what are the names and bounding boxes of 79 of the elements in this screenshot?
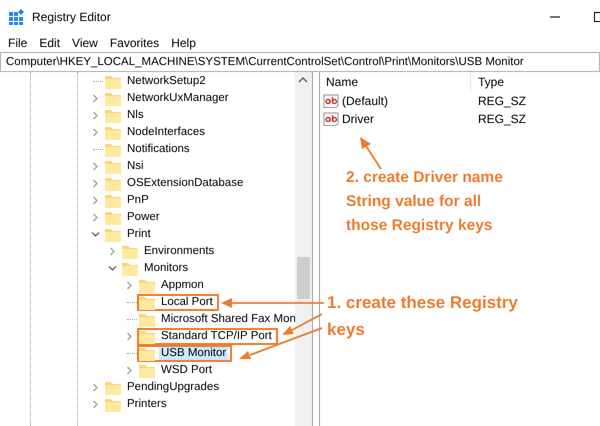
folder-icon bbox=[139, 364, 155, 378]
chevron-icon[interactable] bbox=[108, 264, 116, 273]
menu-item[interactable]: Favorites bbox=[104, 36, 166, 50]
folder-icon bbox=[105, 380, 121, 394]
value-type: REG_SZ bbox=[477, 94, 526, 108]
tree-item[interactable]: Print bbox=[125, 228, 153, 241]
chevron-icon[interactable] bbox=[90, 230, 100, 239]
chevron-icon[interactable] bbox=[90, 196, 100, 205]
tree-item[interactable]: Power bbox=[125, 211, 162, 224]
annotation-text: 1. create these Registry keys bbox=[327, 292, 518, 341]
splitter[interactable] bbox=[312, 72, 320, 426]
scroll-thumb[interactable] bbox=[297, 257, 310, 299]
folder-icon bbox=[139, 346, 155, 360]
string-value-icon bbox=[323, 94, 339, 108]
chevron-icon[interactable] bbox=[90, 179, 100, 188]
folder-icon bbox=[105, 126, 121, 140]
tree-item[interactable]: Standard TCP/IP Port bbox=[159, 330, 274, 343]
folder-icon bbox=[105, 210, 121, 224]
string-value-icon bbox=[323, 112, 339, 126]
tree-item[interactable]: NodeInterfaces bbox=[125, 126, 207, 139]
tree-item[interactable]: USB Monitor bbox=[159, 347, 228, 360]
column-header[interactable]: Name bbox=[326, 75, 358, 89]
tree-item[interactable]: Environments bbox=[142, 245, 216, 258]
chevron-icon[interactable] bbox=[108, 247, 116, 256]
scrollbar[interactable] bbox=[295, 72, 312, 426]
tree-item[interactable]: Local Port bbox=[159, 296, 215, 309]
tree-item[interactable]: Appmon bbox=[159, 279, 206, 292]
tree-item[interactable]: Printers bbox=[125, 398, 169, 411]
folder-icon bbox=[105, 108, 121, 122]
chevron-icon[interactable] bbox=[90, 128, 100, 137]
value-name[interactable]: Driver bbox=[342, 112, 374, 126]
folder-icon bbox=[122, 244, 138, 258]
folder-icon bbox=[122, 262, 138, 276]
folder-icon bbox=[139, 312, 155, 326]
chevron-icon[interactable] bbox=[124, 281, 134, 290]
tree-item[interactable]: Microsoft Shared Fax Mon bbox=[159, 313, 295, 326]
folder-icon bbox=[105, 228, 121, 242]
tree-item[interactable]: WSD Port bbox=[159, 364, 214, 377]
folder-icon bbox=[139, 278, 155, 292]
menu-item[interactable]: File bbox=[2, 36, 34, 50]
scroll-up-icon[interactable] bbox=[298, 77, 308, 83]
window-title: Registry Editor bbox=[32, 10, 111, 24]
tree-item[interactable]: Monitors bbox=[142, 262, 190, 275]
folder-icon bbox=[139, 296, 155, 310]
value-type: REG_SZ bbox=[477, 112, 526, 126]
folder-icon bbox=[105, 160, 121, 174]
chevron-icon[interactable] bbox=[90, 162, 100, 171]
folder-icon bbox=[105, 176, 121, 190]
chevron-icon[interactable] bbox=[90, 383, 100, 392]
folder-icon bbox=[105, 142, 121, 156]
folder-icon bbox=[105, 92, 121, 106]
folder-icon bbox=[105, 194, 121, 208]
tree-item[interactable]: PnP bbox=[125, 194, 151, 207]
tree-item[interactable]: Nls bbox=[125, 109, 146, 122]
folder-icon bbox=[105, 398, 121, 412]
chevron-icon[interactable] bbox=[90, 213, 100, 222]
menu-item[interactable]: Help bbox=[165, 36, 202, 50]
value-name[interactable]: (Default) bbox=[342, 94, 388, 108]
chevron-icon[interactable] bbox=[90, 94, 100, 103]
tree-item[interactable]: NetworkUxManager bbox=[125, 92, 231, 105]
tree-item[interactable]: OSExtensionDatabase bbox=[125, 177, 246, 190]
tree-item[interactable]: PendingUpgrades bbox=[125, 381, 222, 394]
folder-icon bbox=[139, 330, 155, 344]
callout-arrow bbox=[360, 137, 382, 170]
tree-item[interactable]: Nsi bbox=[125, 160, 146, 173]
chevron-icon[interactable] bbox=[90, 400, 100, 409]
chevron-icon[interactable] bbox=[124, 366, 134, 375]
chevron-icon[interactable] bbox=[124, 332, 134, 341]
menu-item[interactable]: Edit bbox=[33, 36, 66, 50]
registry-editor-icon bbox=[8, 8, 26, 26]
address-field[interactable]: Computer\HKEY_LOCAL_MACHINE\SYSTEM\CurrentControlSet\Control\Print\Monitors\USB Monitor bbox=[0, 52, 600, 72]
tree-item[interactable]: NetworkSetup2 bbox=[125, 75, 208, 88]
column-header[interactable]: Type bbox=[471, 75, 504, 89]
folder-icon bbox=[105, 74, 121, 88]
menu-item[interactable]: View bbox=[66, 36, 104, 50]
tree-item[interactable]: Notifications bbox=[125, 143, 192, 156]
chevron-icon[interactable] bbox=[90, 111, 100, 120]
maximize-button[interactable] bbox=[594, 12, 600, 22]
annotation-text: 2. create Driver name String value for all those Registry keys bbox=[346, 168, 503, 236]
